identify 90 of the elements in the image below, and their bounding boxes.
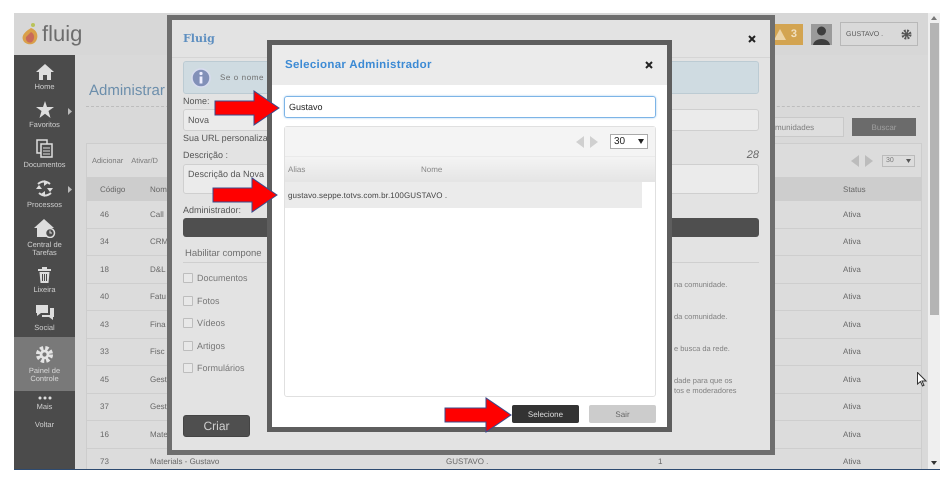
dialog-title: Fluig xyxy=(183,32,215,45)
previous-icon[interactable] xyxy=(576,136,584,148)
table-cell: Ativa xyxy=(843,402,861,412)
star-icon xyxy=(36,101,54,118)
option-label: Fotos xyxy=(197,296,220,306)
table-cell: 46 xyxy=(100,210,109,219)
callout-arrow xyxy=(444,397,512,433)
table-cell: Materials - Gustavo xyxy=(150,457,220,466)
table-cell: 33 xyxy=(100,347,109,356)
option-label: Documentos xyxy=(197,273,248,284)
url-text: Sua URL personaliza xyxy=(183,133,268,144)
table-cell: Ativa xyxy=(843,210,861,219)
avatar-icon[interactable] xyxy=(811,24,832,44)
table-cell: 73 xyxy=(100,457,109,466)
info-text: Se o nome xyxy=(220,73,264,82)
home-icon xyxy=(36,64,54,80)
settings-icon xyxy=(35,345,54,364)
exit-button[interactable]: Sair xyxy=(589,405,656,423)
scroll-down-icon[interactable] xyxy=(931,461,937,465)
table-cell: Gest xyxy=(150,402,167,412)
table-cell: Ativa xyxy=(843,292,861,302)
table-cell: GUSTAVO . xyxy=(446,457,488,466)
next-icon[interactable] xyxy=(865,154,873,166)
scrollbar[interactable] xyxy=(928,13,940,469)
chat-icon xyxy=(34,304,54,321)
checkbox[interactable] xyxy=(183,273,193,284)
table-cell: Fina xyxy=(150,320,166,329)
page-size-select[interactable]: 30 xyxy=(610,134,648,149)
column-header[interactable]: Nom xyxy=(150,184,167,194)
warning-icon xyxy=(774,28,786,40)
dialog-title: Selecionar Administrador xyxy=(285,59,432,71)
next-icon[interactable] xyxy=(590,136,598,148)
table-cell: 16 xyxy=(100,430,109,439)
close-icon[interactable] xyxy=(748,34,756,42)
checkbox[interactable] xyxy=(183,363,193,374)
table-cell: Ativa xyxy=(843,347,861,356)
table-cell: 45 xyxy=(100,374,109,384)
checkbox[interactable] xyxy=(183,318,193,328)
table-cell: 34 xyxy=(100,237,109,246)
previous-icon[interactable] xyxy=(851,154,859,166)
field-label: Administrador: xyxy=(183,205,242,216)
table-cell: 43 xyxy=(100,320,109,329)
search-field[interactable]: Gustavo xyxy=(284,96,656,118)
table-row[interactable]: gustavo.seppe.totvs.com.br.100GUSTAVO . xyxy=(285,182,642,208)
character-count: 28 xyxy=(746,149,759,161)
caret-icon xyxy=(906,158,911,162)
more-icon xyxy=(38,396,52,400)
column-header[interactable]: Nome xyxy=(421,165,554,174)
checkbox[interactable] xyxy=(183,340,193,351)
table-cell: 40 xyxy=(100,292,109,302)
table-cell: Ativa xyxy=(843,457,861,466)
select-button[interactable]: Selecione xyxy=(512,405,579,423)
column-header[interactable]: Status xyxy=(843,184,866,194)
option-label: Vídeos xyxy=(197,318,226,328)
table-cell: 1 xyxy=(658,457,662,466)
table-cell: Ativa xyxy=(843,320,861,329)
logo-text: fluig xyxy=(42,22,82,46)
column-header[interactable]: Alias xyxy=(288,165,421,174)
table-cell: D&L xyxy=(150,264,166,274)
page-title: Administrar xyxy=(89,82,166,100)
table-cell: Call xyxy=(150,210,164,219)
table-cell: Ativa xyxy=(843,374,861,384)
table-cell: Ativa xyxy=(843,430,861,439)
info-icon xyxy=(191,68,211,88)
logo-icon xyxy=(22,22,40,46)
option-label: Formulários xyxy=(197,363,245,374)
create-button[interactable]: Criar xyxy=(183,415,250,437)
settings-icon xyxy=(901,28,912,40)
callout-arrow xyxy=(214,90,280,126)
table-cell: Fisc xyxy=(150,347,165,356)
documents-icon xyxy=(36,139,53,158)
table-cell: Gest xyxy=(150,374,167,384)
table-cell: Fatu xyxy=(150,292,166,302)
close-icon[interactable] xyxy=(645,61,653,69)
option-label: Artigos xyxy=(197,340,226,351)
table-cell: Ativa xyxy=(843,264,861,274)
checkbox[interactable] xyxy=(183,296,193,306)
cursor-icon xyxy=(917,372,927,387)
house-clock-icon xyxy=(34,219,56,238)
scroll-up-icon[interactable] xyxy=(931,16,937,20)
table-cell: Mate xyxy=(150,430,168,439)
column-header[interactable]: Código xyxy=(100,184,126,194)
process-icon xyxy=(35,179,54,198)
table-cell: 18 xyxy=(100,264,109,274)
trash-icon xyxy=(38,267,51,283)
search-field[interactable]: munidades xyxy=(772,117,844,137)
table-cell: 37 xyxy=(100,402,109,412)
field-label: Descrição : xyxy=(183,150,228,161)
table-cell: Ativa xyxy=(843,237,861,246)
field-label: Nome: xyxy=(183,96,210,107)
